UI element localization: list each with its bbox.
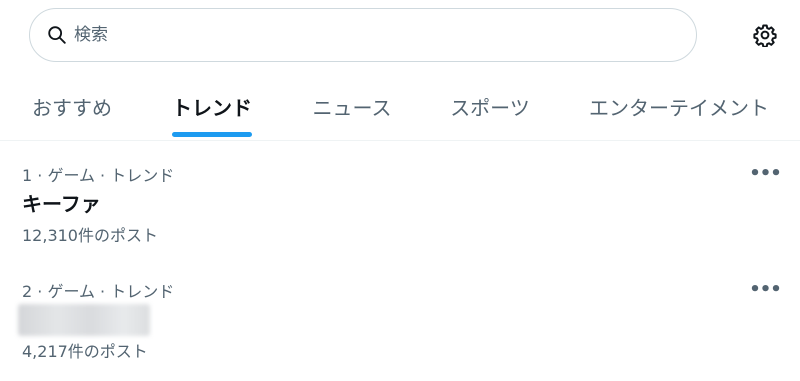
trend-post-count: 4,217件のポスト: [22, 342, 148, 361]
tab-sports[interactable]: スポーツ: [448, 72, 532, 141]
tab-recommended[interactable]: おすすめ: [30, 72, 114, 141]
tab-entertainment[interactable]: エンターテイメント: [586, 72, 772, 141]
explore-page: おすすめ トレンド ニュース スポーツ エンターテイメント 1 · ゲーム · …: [0, 0, 800, 381]
trend-meta: 2 · ゲーム · トレンド: [22, 282, 175, 301]
more-options-button[interactable]: •••: [749, 278, 782, 300]
trend-item[interactable]: 2 · ゲーム · トレンド 4,217件のポスト •••: [0, 278, 800, 381]
trend-post-count: 12,310件のポスト: [22, 226, 158, 245]
more-options-button[interactable]: •••: [749, 162, 782, 184]
gear-icon: [753, 23, 777, 47]
search-input[interactable]: [74, 20, 634, 50]
tab-bar: おすすめ トレンド ニュース スポーツ エンターテイメント: [0, 72, 800, 141]
trend-item[interactable]: 1 · ゲーム · トレンド キーファ 12,310件のポスト •••: [0, 162, 800, 272]
search-bar[interactable]: [29, 8, 697, 62]
active-tab-indicator: [172, 132, 252, 137]
tab-news[interactable]: ニュース: [310, 72, 394, 141]
trend-name-redacted: [18, 304, 150, 336]
trend-meta: 1 · ゲーム · トレンド: [22, 166, 175, 185]
tab-trending[interactable]: トレンド: [170, 72, 254, 141]
trend-name: キーファ: [22, 192, 101, 216]
settings-button[interactable]: [748, 20, 782, 50]
search-icon: [46, 24, 68, 46]
